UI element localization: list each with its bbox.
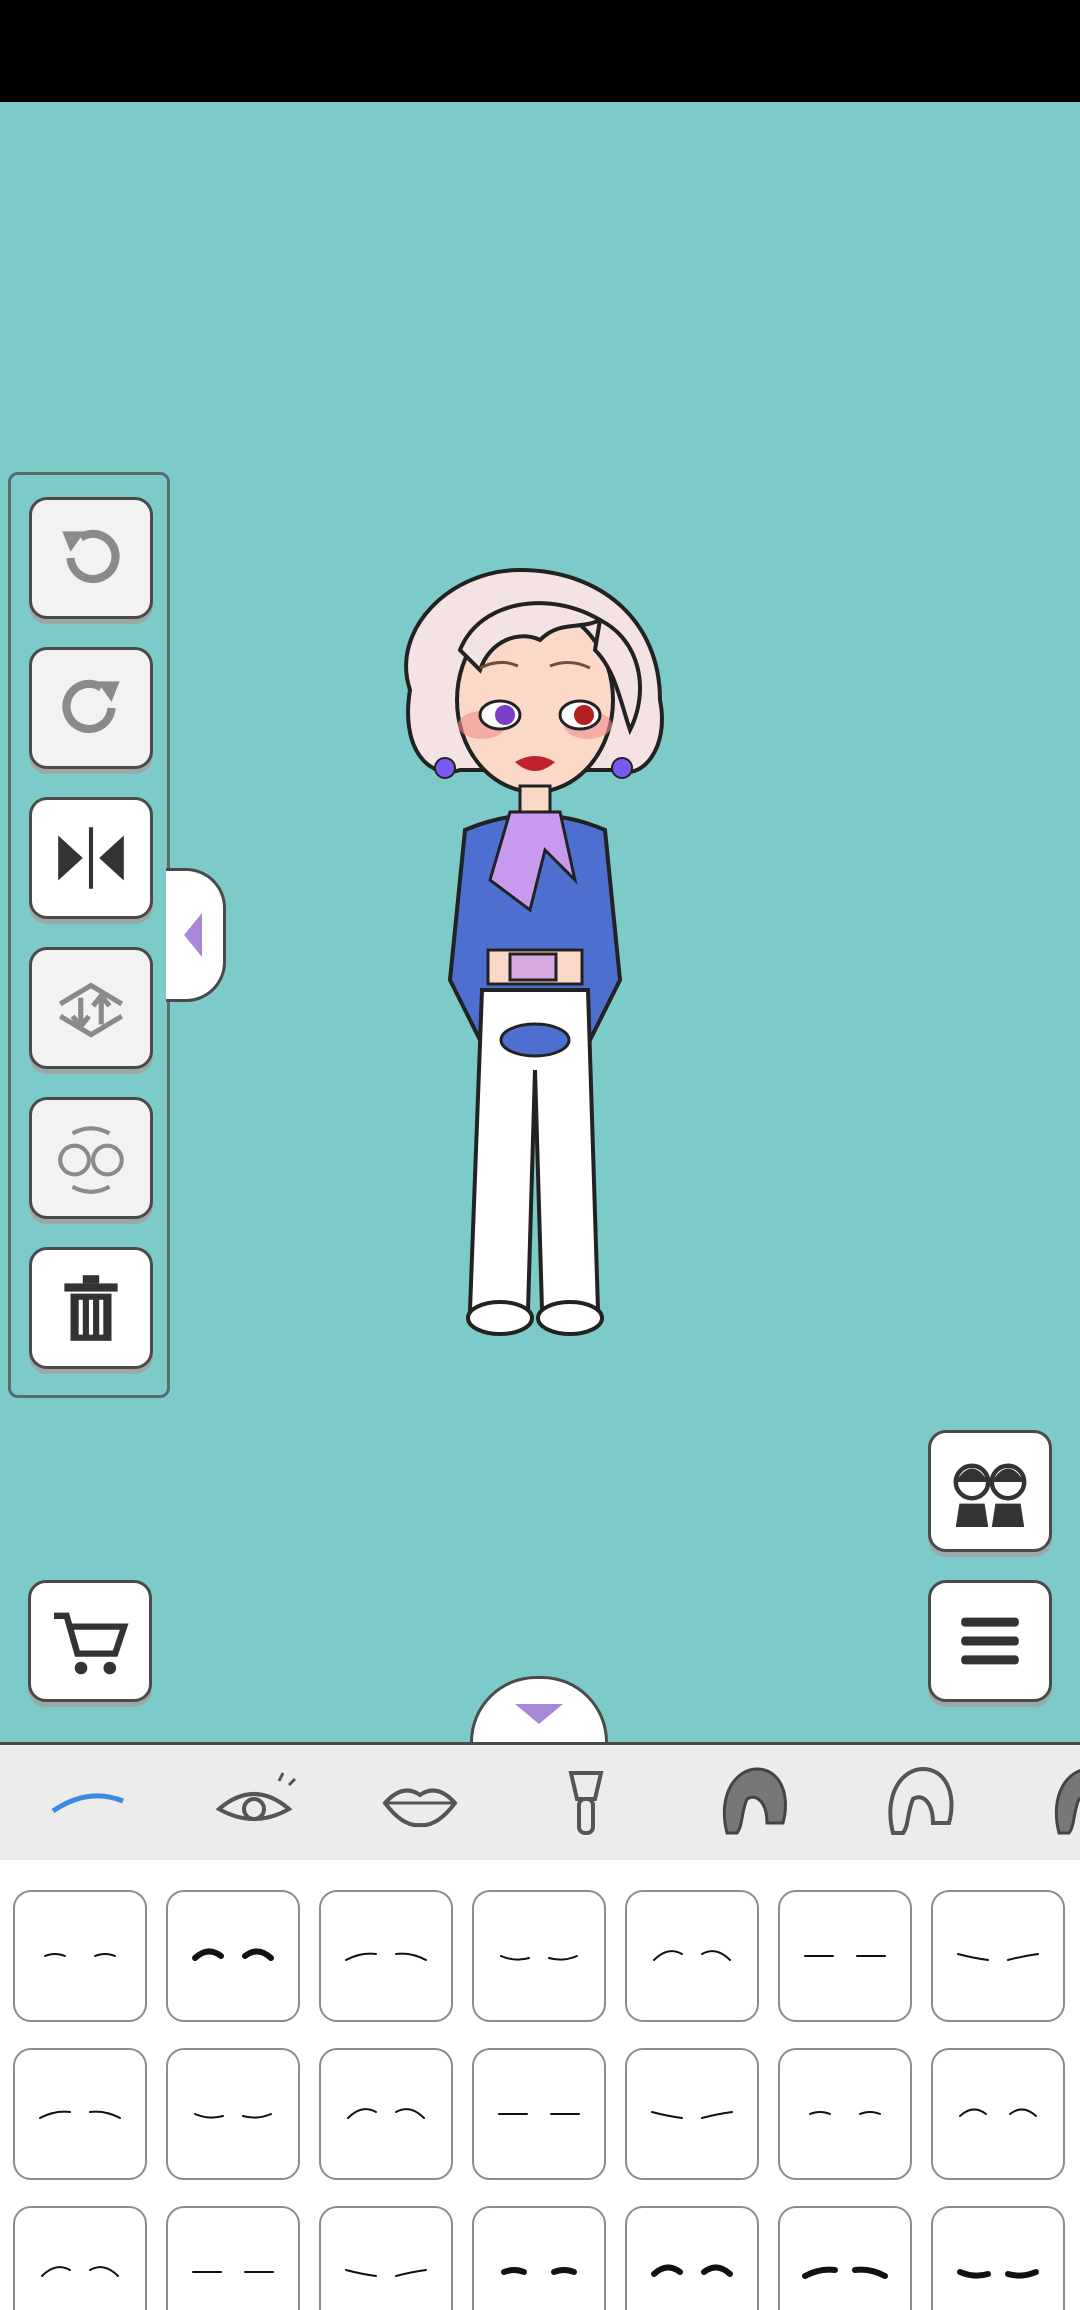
eyebrow-option[interactable] [625, 2048, 759, 2180]
eyebrow-shape-icon [500, 1955, 578, 1961]
menu-button[interactable] [928, 1580, 1052, 1702]
category-hair-more[interactable] [1034, 1755, 1080, 1851]
eyebrow-shape-icon [804, 1955, 886, 1957]
chevron-down-icon [515, 1703, 563, 1724]
eyebrow-option[interactable] [625, 1890, 759, 2022]
cart-icon [54, 1612, 129, 1675]
eyebrow-option[interactable] [778, 2048, 912, 2180]
character-avatar[interactable] [370, 550, 690, 1350]
eyebrow-option[interactable] [931, 1890, 1065, 2022]
cart-button[interactable] [28, 1580, 152, 1702]
eyebrow-shape-icon [802, 2266, 888, 2279]
eyebrow-shape-icon [39, 2110, 121, 2119]
redo-button[interactable] [29, 647, 153, 769]
eyebrow-options-grid [0, 1860, 1080, 2310]
trash-icon [64, 1275, 118, 1341]
eyebrow-option[interactable] [319, 2048, 453, 2180]
eyebrow-shape-icon [653, 1950, 731, 1961]
eyebrow-option[interactable] [319, 2206, 453, 2310]
two-characters-icon [953, 1463, 1027, 1527]
eyebrow-option[interactable] [472, 2206, 606, 2310]
category-makeup[interactable] [536, 1755, 636, 1851]
hamburger-icon [961, 1617, 1019, 1665]
undo-button[interactable] [29, 497, 153, 619]
eyebrow-option[interactable] [13, 2048, 147, 2180]
eyebrow-shape-icon [347, 2108, 425, 2119]
eyebrow-option[interactable] [13, 1890, 147, 2022]
characters-button[interactable] [928, 1430, 1052, 1552]
undo-icon [62, 529, 120, 584]
category-lips[interactable] [370, 1755, 470, 1851]
eyebrow-shape-icon [345, 2269, 427, 2277]
layer-swap-icon [58, 982, 124, 1038]
eyebrow-shape-icon [192, 1948, 274, 1961]
eyebrow-icon [51, 1793, 124, 1814]
eyebrow-shape-icon [651, 2264, 733, 2277]
flip-button[interactable] [29, 797, 153, 919]
eyebrow-shape-icon [651, 2111, 733, 2119]
layer-order-button[interactable] [29, 947, 153, 1069]
eyebrow-option[interactable] [166, 2206, 300, 2310]
character-swap-icon [58, 1126, 124, 1194]
category-hair-color[interactable] [702, 1755, 802, 1851]
hair-filled-icon [722, 1767, 787, 1835]
eyebrow-option[interactable] [778, 2206, 912, 2310]
eyebrow-option[interactable] [472, 2048, 606, 2180]
eyebrow-shape-icon [345, 1952, 427, 1961]
eyebrow-option[interactable] [625, 2206, 759, 2310]
eyebrow-option[interactable] [13, 2206, 147, 2310]
flip-icon [58, 827, 124, 889]
category-eyes[interactable] [204, 1755, 304, 1851]
eyebrow-option[interactable] [778, 1890, 912, 2022]
panel-toggle-button[interactable] [166, 868, 226, 1002]
eyebrow-shape-icon [44, 1953, 116, 1957]
category-hair[interactable] [868, 1755, 968, 1851]
hair-partial-icon [1054, 1769, 1080, 1835]
status-bar [0, 0, 1080, 102]
brush-icon [568, 1771, 604, 1835]
eyebrow-option[interactable] [166, 2048, 300, 2180]
eyebrow-shape-icon [194, 2113, 272, 2119]
chevron-left-icon [183, 913, 202, 957]
eyebrow-shape-icon [501, 2267, 577, 2275]
hair-outline-icon [888, 1766, 954, 1835]
eyebrow-option[interactable] [931, 2206, 1065, 2310]
swap-character-button[interactable] [29, 1097, 153, 1219]
eye-icon [215, 1772, 297, 1821]
category-bar [0, 1742, 1080, 1860]
delete-button[interactable] [29, 1247, 153, 1369]
eyebrow-shape-icon [809, 2111, 881, 2115]
eyebrow-option[interactable] [472, 1890, 606, 2022]
eyebrow-shape-icon [957, 1953, 1039, 1961]
eyebrow-shape-icon [192, 2271, 274, 2273]
eyebrow-option[interactable] [931, 2048, 1065, 2180]
eyebrow-shape-icon [959, 2108, 1037, 2117]
eyebrow-shape-icon [498, 2113, 580, 2115]
eyebrow-shape-icon [41, 2266, 119, 2277]
eyebrow-option[interactable] [166, 1890, 300, 2022]
redo-icon [62, 679, 120, 734]
lips-icon [382, 1788, 458, 1828]
category-eyebrows[interactable] [38, 1755, 138, 1851]
eyebrow-shape-icon [957, 2269, 1039, 2279]
eyebrow-option[interactable] [319, 1890, 453, 2022]
tool-panel [8, 472, 170, 1398]
